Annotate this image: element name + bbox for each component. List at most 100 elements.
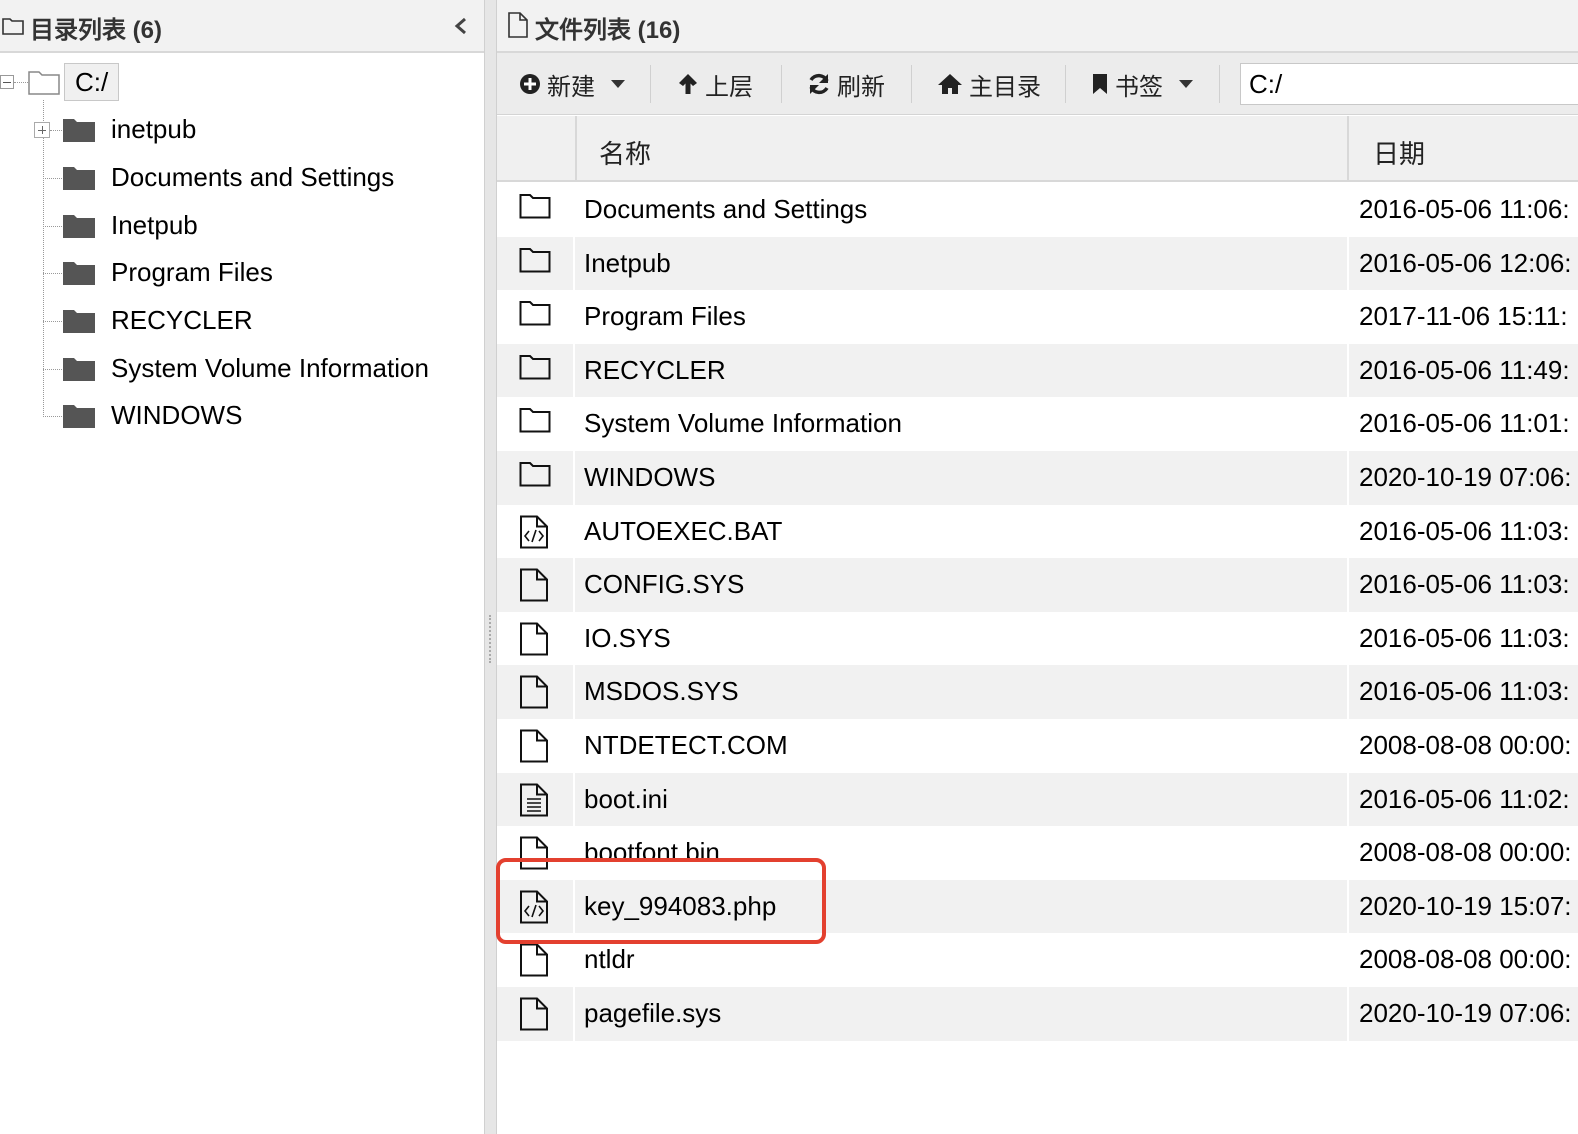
file-name[interactable]: NTDETECT.COM [584,730,788,761]
file-row[interactable]: pagefile.sys 2020-10-19 07:06: [497,987,1578,1041]
directory-panel-header: 目录列表 (6) [0,0,484,53]
file-row[interactable]: AUTOEXEC.BAT 2016-05-06 11:03: [497,504,1578,559]
tree-item-label: RECYCLER [111,305,253,335]
folder-icon [519,461,551,492]
file-date-cell: 2016-05-06 11:03: [1347,665,1578,719]
caret-down-icon [1179,80,1193,88]
new-button-label: 新建 [547,73,595,101]
tree-root-label[interactable]: C:/ [64,63,120,101]
file-row[interactable]: ntldr 2008-08-08 00:00: [497,933,1578,987]
file-icon [519,729,549,768]
file-row[interactable]: Inetpub 2016-05-06 12:06: [497,236,1578,291]
refresh-button[interactable]: 刷新 [807,61,885,107]
file-icon-cell [497,611,575,666]
file-name[interactable]: AUTOEXEC.BAT [584,516,782,547]
file-table-header: 名称 日期 [497,116,1578,182]
file-date-cell: 2008-08-08 00:00: [1347,719,1578,773]
file-row[interactable]: CONFIG.SYS 2016-05-06 11:03: [497,558,1578,612]
file-date: 2016-05-06 11:03: [1359,569,1570,600]
file-icon-cell [497,719,575,773]
file-name[interactable]: RECYCLER [584,355,726,386]
file-row[interactable]: IO.SYS 2016-05-06 11:03: [497,611,1578,666]
file-row[interactable]: Program Files 2017-11-06 15:11: [497,290,1578,344]
file-name[interactable]: MSDOS.SYS [584,676,739,707]
file-name[interactable]: WINDOWS [584,462,715,493]
collapse-root-toggle[interactable] [0,75,14,89]
caret-down-icon [611,80,625,88]
file-icon [519,997,549,1036]
file-name[interactable]: Inetpub [584,248,671,279]
bookmark-button[interactable]: 书签 [1091,61,1193,107]
file-date: 2016-05-06 12:06: [1359,247,1572,278]
file-row[interactable]: boot.ini 2016-05-06 11:02: [497,772,1578,827]
file-row[interactable]: RECYCLER 2016-05-06 11:49: [497,343,1578,398]
file-name[interactable]: bootfont.bin [584,837,720,868]
file-date-cell: 2020-10-19 07:06: [1347,987,1578,1041]
file-name[interactable]: IO.SYS [584,623,671,654]
file-name[interactable]: System Volume Information [584,408,902,439]
file-name[interactable]: key_994083.php [584,891,776,922]
folder-icon [519,247,551,278]
file-icon [519,836,549,875]
refresh-icon [807,72,831,96]
up-level-button[interactable]: 上层 [677,61,753,107]
up-level-label: 上层 [705,73,753,101]
file-name[interactable]: boot.ini [584,784,668,815]
file-name[interactable]: CONFIG.SYS [584,569,744,600]
folder-open-icon [28,69,60,100]
file-row[interactable]: System Volume Information 2016-05-06 11:0… [497,397,1578,451]
file-icon-cell [497,665,575,719]
file-row[interactable]: Documents and Settings 2016-05-06 11:06: [497,183,1578,237]
path-input[interactable] [1240,63,1578,105]
bookmark-icon [1091,73,1109,95]
file-row[interactable]: WINDOWS 2020-10-19 07:06: [497,451,1578,505]
arrow-up-icon [677,72,699,96]
file-date: 2016-05-06 11:01: [1359,408,1570,439]
directory-panel: 目录列表 (6) C:/ inetpub Documents and Setti… [0,0,484,1134]
file-icon-cell [497,451,575,505]
file-icon [519,622,549,661]
column-header-name[interactable]: 名称 [575,116,1347,182]
file-date-cell: 2016-05-06 11:03: [1347,611,1578,666]
folder-icon [62,403,96,434]
file-date-cell: 2020-10-19 07:06: [1347,451,1578,505]
folder-icon [62,165,96,196]
home-label: 主目录 [969,73,1041,101]
expand-inetpub-toggle[interactable] [34,122,50,138]
file-icon-cell [497,987,575,1041]
plus-circle-icon [519,73,541,95]
tree-item-label: WINDOWS [111,400,243,430]
file-name[interactable]: Program Files [584,301,746,332]
file-row[interactable]: bootfont.bin 2008-08-08 00:00: [497,826,1578,880]
file-date: 2016-05-06 11:03: [1359,622,1570,653]
file-date: 2016-05-06 11:03: [1359,676,1570,707]
bookmark-label: 书签 [1115,73,1163,101]
file-panel-title: 文件列表 (16) [535,17,681,44]
folder-icon [519,354,551,385]
panel-splitter[interactable] [484,0,497,1134]
column-header-date[interactable]: 日期 [1347,116,1578,182]
new-button[interactable]: 新建 [519,61,625,107]
file-name[interactable]: Documents and Settings [584,194,867,225]
file-date: 2020-10-19 07:06: [1359,998,1572,1028]
file-row[interactable]: NTDETECT.COM 2008-08-08 00:00: [497,719,1578,773]
file-date: 2016-05-06 11:03: [1359,515,1570,546]
file-date-cell: 2016-05-06 11:03: [1347,504,1578,559]
file-date-cell: 2008-08-08 00:00: [1347,933,1578,987]
file-name[interactable]: ntldr [584,944,635,975]
collapse-panel-button[interactable] [450,12,472,40]
file-panel-header: 文件列表 (16) [497,0,1578,53]
file-name[interactable]: pagefile.sys [584,998,721,1029]
tree-item-label: Program Files [111,257,273,287]
splitter-grip[interactable] [489,615,491,663]
folder-icon [62,117,96,148]
file-date: 2017-11-06 15:11: [1359,301,1568,332]
file-date: 2016-05-06 11:02: [1359,783,1570,814]
home-button[interactable]: 主目录 [937,61,1041,107]
code-file-icon [519,890,549,929]
file-outline-icon [507,12,529,43]
file-date-cell: 2016-05-06 11:03: [1347,558,1578,612]
file-row[interactable]: MSDOS.SYS 2016-05-06 11:03: [497,665,1578,719]
file-row[interactable]: key_994083.php 2020-10-19 15:07: [497,879,1578,934]
file-icon-cell [497,772,575,827]
